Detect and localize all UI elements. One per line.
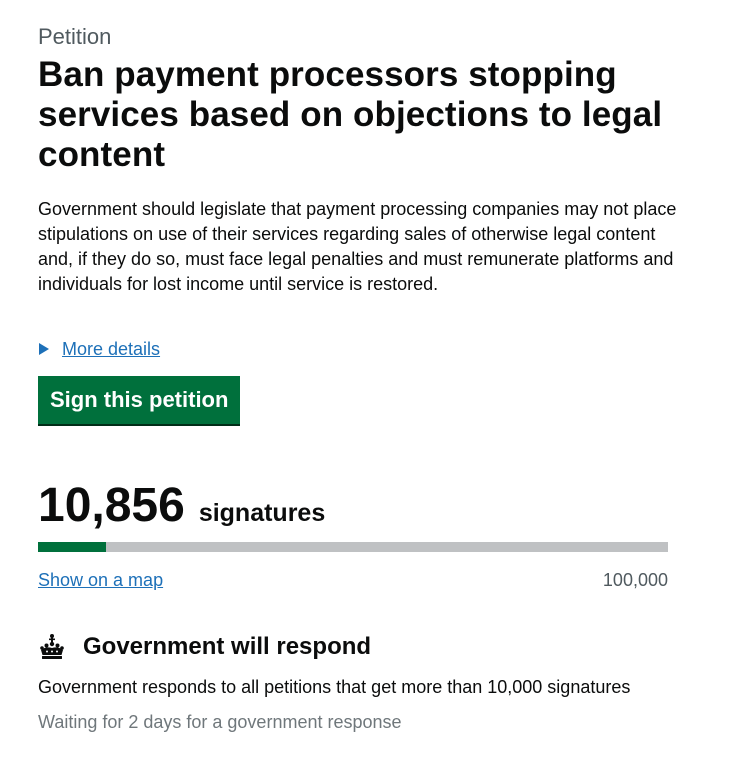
disclosure-triangle-icon bbox=[39, 343, 49, 355]
response-heading: Government will respond bbox=[38, 632, 371, 662]
page-caption: Petition bbox=[38, 24, 112, 49]
petition-title: Ban payment processors stopping services… bbox=[38, 55, 663, 174]
signature-count-number: 10,856 bbox=[38, 479, 185, 532]
response-title: Government will respond bbox=[83, 633, 372, 660]
signature-count: 10,856 signatures bbox=[38, 478, 325, 534]
petition-summary: Government should legislate that payment… bbox=[38, 199, 677, 294]
response-description: Government responds to all petitions tha… bbox=[38, 677, 631, 697]
show-on-map-link[interactable]: Show on a map bbox=[38, 568, 163, 592]
sign-petition-button[interactable]: Sign this petition bbox=[38, 376, 241, 426]
signature-progress-bar bbox=[38, 542, 668, 552]
crown-icon bbox=[40, 634, 64, 659]
more-details-link[interactable]: More details bbox=[62, 337, 160, 361]
more-details-toggle[interactable]: More details bbox=[38, 337, 160, 361]
signature-progress-fill bbox=[38, 542, 107, 552]
signature-count-label: signatures bbox=[198, 499, 326, 527]
response-waiting-status: Waiting for 2 days for a government resp… bbox=[38, 712, 402, 732]
signature-threshold: 100,000 bbox=[602, 570, 668, 590]
